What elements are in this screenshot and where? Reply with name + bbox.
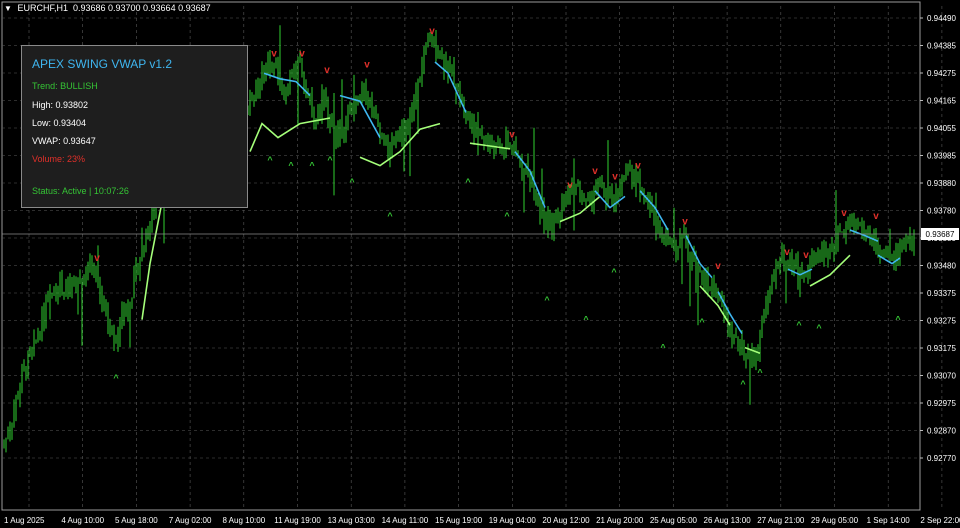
sell-signal-marker: v [509,130,515,141]
time-tick-label: 25 Aug 05:00 [650,516,698,525]
sell-signal-marker: v [429,26,435,37]
indicator-panel: APEX SWING VWAP v1.2 Trend: BULLISH High… [21,45,248,208]
time-tick-label: 20 Aug 12:00 [542,516,590,525]
price-tick-label: 0.93880 [927,179,956,188]
buy-signal-marker: ^ [309,160,315,170]
sell-signal-marker: v [612,172,618,183]
chart-header: ▼ EURCHF,H1 0.93686 0.93700 0.93664 0.93… [4,3,211,13]
price-tick-label: 0.93070 [927,372,956,381]
sell-signal-marker: v [299,48,305,59]
price-tick-label: 0.94275 [927,69,956,78]
price-tick-label: 0.94385 [927,42,956,51]
time-tick-label: 29 Aug 05:00 [811,516,859,525]
buy-signal-marker: ^ [660,342,666,352]
buy-signal-marker: ^ [267,155,273,165]
sell-signal-marker: v [841,208,847,219]
current-price-value: 0.93687 [926,230,955,239]
buy-signal-marker: ^ [611,267,617,277]
buy-signal-marker: ^ [544,295,550,305]
symbol-label: EURCHF,H1 [17,3,68,13]
price-tick-label: 0.93480 [927,262,956,271]
buy-signal-marker: ^ [895,314,901,324]
sell-signal-marker: v [94,253,100,264]
time-tick-label: 5 Aug 18:00 [115,516,158,525]
trend-text: Trend: BULLISH [32,81,98,91]
time-tick-label: 27 Aug 21:00 [757,516,805,525]
price-tick-label: 0.93985 [927,152,956,161]
time-tick-label: 19 Aug 04:00 [489,516,537,525]
sell-signal-marker: v [715,261,721,272]
time-tick-label: 13 Aug 03:00 [328,516,376,525]
buy-signal-marker: ^ [349,177,355,187]
ohlc-values: 0.93686 0.93700 0.93664 0.93687 [72,3,211,13]
price-tick-label: 0.93275 [927,317,956,326]
sell-signal-marker: v [873,211,879,222]
buy-signal-marker: ^ [113,373,119,383]
time-axis: 1 Aug 2025 4 Aug 10:00 5 Aug 18:00 7 Aug 02… [4,516,960,525]
status-text: Status: Active | 10:07:26 [32,186,129,196]
price-tick-label: 0.92770 [927,454,956,463]
time-tick-label: 14 Aug 11:00 [382,516,429,525]
low-text: Low: 0.93404 [32,118,87,128]
sell-signal-marker: v [803,250,809,261]
sell-signal-marker: v [324,65,330,76]
sell-signal-marker: v [567,180,573,191]
volume-text: Volume: 23% [32,154,86,164]
time-tick-label: 2 Sep 22:00 [920,516,960,525]
price-tick-label: 0.93175 [927,344,956,353]
buy-signal-marker: ^ [583,314,589,324]
price-tick-label: 0.92870 [927,427,956,436]
price-tick-label: 0.94490 [927,14,956,23]
panel-title: APEX SWING VWAP v1.2 [32,57,173,71]
price-tick-label: 0.94055 [927,124,956,133]
sell-signal-marker: v [682,216,688,227]
sell-signal-marker: v [635,160,641,171]
time-tick-label: 26 Aug 13:00 [704,516,752,525]
symbol-menu-icon[interactable]: ▼ [4,4,12,13]
time-tick-label: 1 Sep 14:00 [867,516,911,525]
sell-signal-marker: v [364,60,370,71]
time-tick-label: 11 Aug 19:00 [274,516,321,525]
high-text: High: 0.93802 [32,100,89,110]
sell-signal-marker: v [784,247,790,258]
sell-signal-marker: v [271,48,277,59]
vwap-text: VWAP: 0.93647 [32,136,96,146]
buy-signal-marker: ^ [327,155,333,165]
buy-signal-marker: ^ [387,211,393,221]
sell-signal-marker: v [592,166,598,177]
time-tick-label: 15 Aug 19:00 [435,516,483,525]
current-price-tag: 0.93687 [921,228,959,240]
buy-signal-marker: ^ [757,368,763,378]
buy-signal-marker: ^ [504,211,510,221]
price-tick-label: 0.93780 [927,207,956,216]
buy-signal-marker: ^ [796,320,802,330]
buy-signal-marker: ^ [740,379,746,389]
price-tick-label: 0.93375 [927,289,956,298]
buy-signal-marker: ^ [816,323,822,333]
time-tick-label: 4 Aug 10:00 [61,516,104,525]
time-tick-label: 8 Aug 10:00 [222,516,265,525]
price-tick-label: 0.92975 [927,399,956,408]
buy-signal-marker: ^ [465,177,471,187]
time-tick-label: 1 Aug 2025 [4,516,45,525]
buy-signal-marker: ^ [699,317,705,327]
time-tick-label: 21 Aug 20:00 [596,516,644,525]
buy-signal-marker: ^ [288,160,294,170]
price-tick-label: 0.94165 [927,97,956,106]
time-tick-label: 7 Aug 02:00 [169,516,212,525]
